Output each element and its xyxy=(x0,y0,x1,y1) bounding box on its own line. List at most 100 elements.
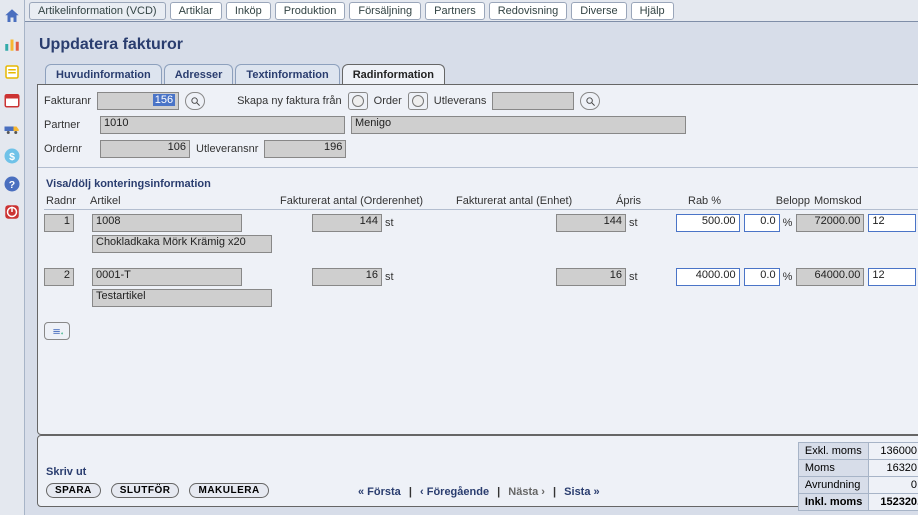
menu-hjalp[interactable]: Hjälp xyxy=(631,2,674,20)
konto-toggle[interactable]: Visa/dölj konteringsinformation xyxy=(46,178,918,190)
finish-button[interactable]: SLUTFÖR xyxy=(111,483,180,498)
footer: Skriv ut SPARA SLUTFÖR MAKULERA « Första… xyxy=(37,435,918,507)
pager: « Första | ‹ Föregående | Nästa › | Sist… xyxy=(358,486,600,498)
order-radio-label: Order xyxy=(374,95,402,107)
calendar-icon[interactable] xyxy=(0,88,24,112)
pager-last[interactable]: Sista » xyxy=(564,486,599,498)
save-button[interactable]: SPARA xyxy=(46,483,101,498)
ordernr-input[interactable]: 106 xyxy=(100,140,190,158)
print-link[interactable]: Skriv ut xyxy=(46,466,86,478)
skapa-ref-input[interactable] xyxy=(492,92,574,110)
menu-diverse[interactable]: Diverse xyxy=(571,2,626,20)
fakturanr-input[interactable]: 156 xyxy=(153,94,175,106)
pager-next[interactable]: Nästa › xyxy=(508,486,545,498)
pager-first[interactable]: « Första xyxy=(358,486,401,498)
utlevnr-input[interactable]: 196 xyxy=(264,140,346,158)
note-icon[interactable] xyxy=(0,60,24,84)
sidebar: $ ? xyxy=(0,0,25,515)
tab-textinfo[interactable]: Textinformation xyxy=(235,64,339,84)
artikel-name: Testartikel xyxy=(92,289,272,307)
tabs: Huvudinformation Adresser Textinformatio… xyxy=(37,64,918,84)
rab-input[interactable]: 0.0 xyxy=(744,214,780,232)
dollar-icon[interactable]: $ xyxy=(0,144,24,168)
total-exkl-label: Exkl. moms xyxy=(798,443,868,460)
tab-radinfo[interactable]: Radinformation xyxy=(342,64,445,84)
rab-input[interactable]: 0.0 xyxy=(744,268,780,286)
total-exkl-value: 136000.00 xyxy=(869,443,918,460)
svg-text:+: + xyxy=(60,331,62,336)
utlevnr-label: Utleveransnr xyxy=(196,143,258,155)
apris-input[interactable]: 4000.00 xyxy=(676,268,740,286)
home-icon[interactable] xyxy=(0,4,24,28)
menu-artiklar[interactable]: Artiklar xyxy=(170,2,222,20)
help-icon[interactable]: ? xyxy=(0,172,24,196)
pct-label: % xyxy=(783,271,793,283)
menu-partners[interactable]: Partners xyxy=(425,2,485,20)
unit-label: st xyxy=(629,271,638,283)
menu-produktion[interactable]: Produktion xyxy=(275,2,346,20)
col-radnr: Radnr xyxy=(44,195,88,207)
q2-input[interactable]: 16 xyxy=(556,268,626,286)
chart-icon[interactable] xyxy=(0,32,24,56)
q1-input[interactable]: 16 xyxy=(312,268,382,286)
radio-order[interactable] xyxy=(348,92,368,110)
power-icon[interactable] xyxy=(0,200,24,224)
col-fq1: Fakturerat antal (Orderenhet) xyxy=(278,195,454,207)
moms-input[interactable]: 12 xyxy=(868,214,916,232)
partner-name-input[interactable]: Menigo xyxy=(351,116,686,134)
menu-inkop[interactable]: Inköp xyxy=(226,2,271,20)
artikel-input[interactable]: 0001-T xyxy=(92,268,242,286)
artikel-input[interactable]: 1008 xyxy=(92,214,242,232)
q2-input[interactable]: 144 xyxy=(556,214,626,232)
belopp-value: 72000.00 xyxy=(796,214,864,232)
svg-text:$: $ xyxy=(9,151,15,163)
truck-icon[interactable] xyxy=(0,116,24,140)
total-moms-label: Moms xyxy=(798,460,868,477)
table-row: 2 0001-T Testartikel 16st 16st 4000.00 0… xyxy=(44,268,918,314)
total-moms-value: 16320.00 xyxy=(869,460,918,477)
tab-adresser[interactable]: Adresser xyxy=(164,64,234,84)
radnr-input[interactable]: 1 xyxy=(44,214,74,232)
totals-table: Exkl. moms136000.00 Moms16320.00 Avrundn… xyxy=(798,442,918,511)
belopp-value: 64000.00 xyxy=(796,268,864,286)
partner-label: Partner xyxy=(44,119,94,131)
menu-forsaljning[interactable]: Försäljning xyxy=(349,2,421,20)
pager-prev[interactable]: ‹ Föregående xyxy=(420,486,489,498)
unit-label: st xyxy=(629,217,638,229)
panel-radinfo: Fakturanr 156 Skapa ny faktura från Orde… xyxy=(37,84,918,435)
table-row: 1 1008 Chokladkaka Mörk Krämig x20 144st… xyxy=(44,214,918,260)
ordernr-label: Ordernr xyxy=(44,143,94,155)
menu-redovisning[interactable]: Redovisning xyxy=(489,2,568,20)
fakturanr-label: Fakturanr xyxy=(44,95,91,107)
unit-label: st xyxy=(385,271,394,283)
tab-huvud[interactable]: Huvudinformation xyxy=(45,64,162,84)
total-avr-value: 0.00 xyxy=(869,477,918,494)
col-fq2: Fakturerat antal (Enhet) xyxy=(454,195,614,207)
menu-artikelinfo[interactable]: Artikelinformation (VCD) xyxy=(29,2,166,20)
moms-input[interactable]: 12 xyxy=(868,268,916,286)
partner-code-input[interactable]: 1010 xyxy=(100,116,345,134)
artikel-name: Chokladkaka Mörk Krämig x20 xyxy=(92,235,272,253)
q1-input[interactable]: 144 xyxy=(312,214,382,232)
col-belopp: Belopp xyxy=(738,195,812,207)
total-inkl-label: Inkl. moms xyxy=(798,494,868,511)
radnr-input[interactable]: 2 xyxy=(44,268,74,286)
col-rab: Rab % xyxy=(686,195,738,207)
add-row-button[interactable]: + xyxy=(44,322,70,340)
total-inkl-value: 152320.00 xyxy=(869,494,918,511)
col-apris: Ápris xyxy=(614,195,686,207)
page-title: Uppdatera fakturor xyxy=(39,36,918,54)
svg-text:?: ? xyxy=(9,179,15,191)
skapa-label: Skapa ny faktura från xyxy=(237,95,342,107)
utleverans-radio-label: Utleverans xyxy=(434,95,487,107)
unit-label: st xyxy=(385,217,394,229)
search-fakturanr-button[interactable] xyxy=(185,92,205,110)
col-moms: Momskod xyxy=(812,195,888,207)
col-artikel: Artikel xyxy=(88,195,278,207)
radio-utleverans[interactable] xyxy=(408,92,428,110)
total-avr-label: Avrundning xyxy=(798,477,868,494)
search-skapa-button[interactable] xyxy=(580,92,600,110)
menubar: Artikelinformation (VCD) Artiklar Inköp … xyxy=(25,0,918,22)
cancel-button[interactable]: MAKULERA xyxy=(189,483,268,498)
apris-input[interactable]: 500.00 xyxy=(676,214,740,232)
